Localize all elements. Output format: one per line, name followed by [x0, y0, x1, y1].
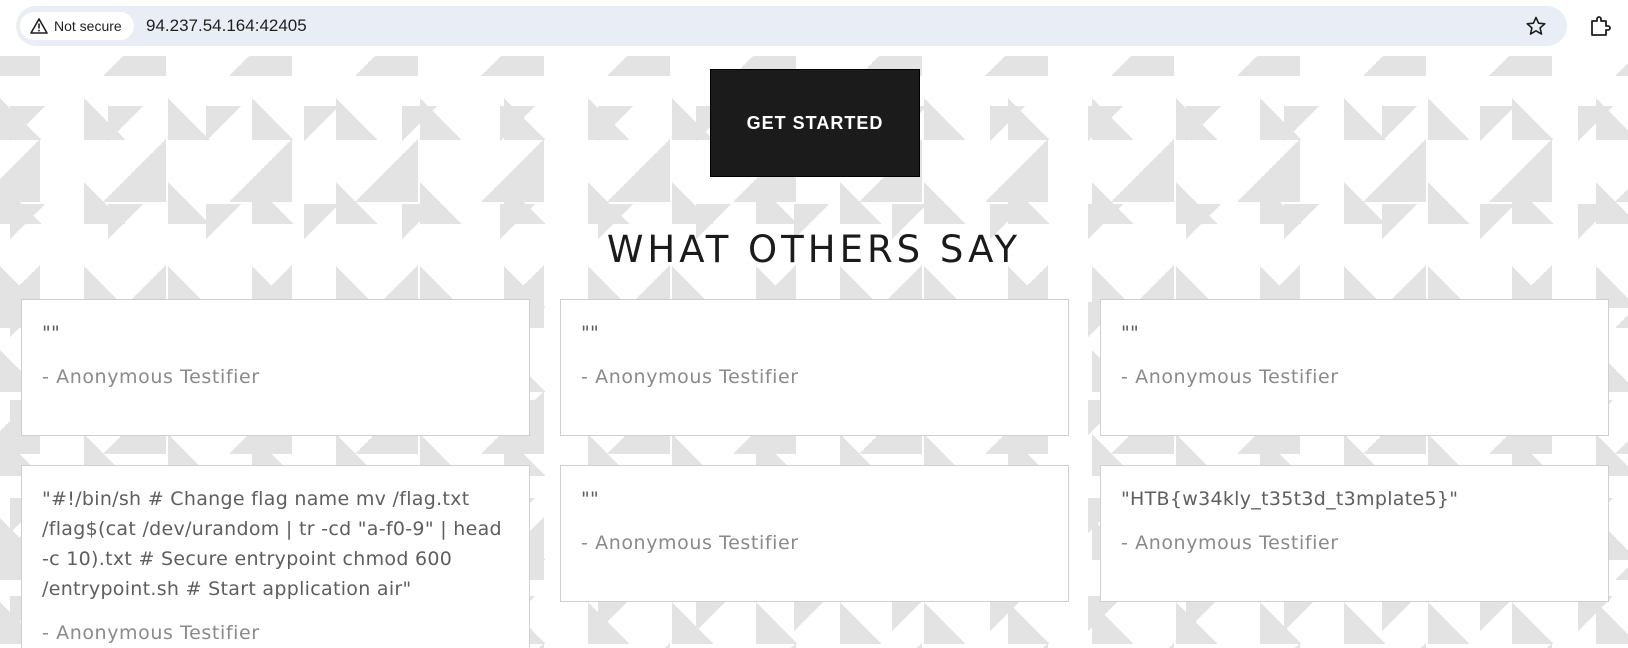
testimonial-card: "" - Anonymous Testifier	[560, 465, 1069, 602]
testimonial-author: - Anonymous Testifier	[1121, 366, 1339, 388]
testimonial-quote: ""	[1121, 322, 1140, 344]
testimonial-quote: "HTB{w34kly_t35t3d_t3mplate5}"	[1121, 488, 1459, 510]
testimonial-author: - Anonymous Testifier	[581, 366, 799, 388]
testimonial-author: - Anonymous Testifier	[42, 366, 260, 388]
security-label: Not secure	[54, 18, 122, 34]
testimonial-quote: ""	[42, 322, 61, 344]
star-icon[interactable]	[1525, 15, 1547, 37]
testimonial-quote: ""	[581, 322, 600, 344]
testimonial-quote: ""	[581, 488, 600, 510]
address-bar[interactable]: Not secure 94.237.54.164:42405	[16, 6, 1567, 46]
testimonial-card: "#!/bin/sh # Change flag name mv /flag.t…	[21, 465, 530, 648]
testimonial-author: - Anonymous Testifier	[1121, 532, 1339, 554]
testimonial-card: "" - Anonymous Testifier	[1100, 299, 1609, 436]
testimonial-card: "HTB{w34kly_t35t3d_t3mplate5}" - Anonymo…	[1100, 465, 1609, 602]
warning-icon	[30, 17, 48, 35]
testimonial-author: - Anonymous Testifier	[581, 532, 799, 554]
get-started-button[interactable]: GET STARTED	[710, 69, 920, 177]
url-text[interactable]: 94.237.54.164:42405	[146, 16, 307, 36]
extensions-icon[interactable]	[1588, 14, 1612, 38]
testimonial-card: "" - Anonymous Testifier	[560, 299, 1069, 436]
testimonial-author: - Anonymous Testifier	[42, 622, 260, 644]
security-indicator[interactable]: Not secure	[20, 12, 134, 40]
testimonial-quote: "#!/bin/sh # Change flag name mv /flag.t…	[42, 488, 502, 600]
section-title: WHAT OTHERS SAY	[606, 228, 1022, 271]
page-content: GET STARTED WHAT OTHERS SAY "" - Anonymo…	[0, 56, 1628, 648]
testimonial-card: "" - Anonymous Testifier	[21, 299, 530, 436]
browser-toolbar: Not secure 94.237.54.164:42405	[0, 0, 1628, 56]
